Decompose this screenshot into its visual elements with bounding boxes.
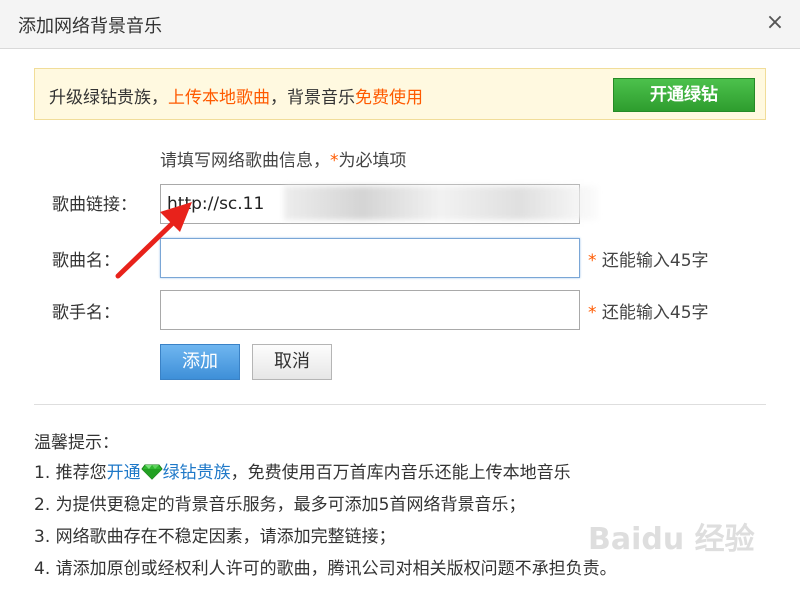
tip1-open-link[interactable]: 开通 [107, 463, 141, 483]
redacted-url-overlay [284, 186, 598, 220]
tip-4: 4. 请添加原创或经权利人许可的歌曲，腾讯公司对相关版权问题不承担负责。 [34, 559, 617, 579]
close-icon[interactable]: × [762, 10, 788, 36]
song-name-remaining: * 还能输入45字 [588, 246, 709, 271]
hint-text: 请填写网络歌曲信息， [160, 151, 330, 171]
singer-name-remaining: * 还能输入45字 [588, 298, 709, 323]
red-arrow-annotation [115, 202, 192, 279]
singer-name-star: * [588, 303, 597, 323]
cancel-button[interactable]: 取消 [252, 344, 332, 380]
promo-highlight-free: 免费使用 [355, 88, 423, 108]
dialog-titlebar: 添加网络背景音乐 × [0, 0, 800, 49]
tip-1: 1. 推荐您开通 绿钻贵族，免费使用百万首库内音乐还能上传本地音乐 [34, 458, 571, 483]
song-name-remaining-text: 还能输入45字 [601, 251, 709, 271]
baidu-watermark: Baidu 经验 [588, 522, 755, 557]
form-hint: 请填写网络歌曲信息，*为必填项 [160, 146, 407, 171]
dialog-title: 添加网络背景音乐 [18, 16, 162, 37]
tip-2: 2. 为提供更稳定的背景音乐服务，最多可添加5首网络背景音乐； [34, 495, 526, 515]
promo-text-part1: 升级绿钻贵族， [49, 88, 168, 108]
hint-required: 为必填项 [338, 151, 407, 171]
singer-name-remaining-text: 还能输入45字 [601, 303, 709, 323]
promo-text: 升级绿钻贵族，上传本地歌曲，背景音乐免费使用 [49, 83, 423, 108]
add-button[interactable]: 添加 [160, 344, 240, 380]
green-diamond-icon [140, 464, 163, 480]
tip-3: 3. 网络歌曲存在不稳定因素，请添加完整链接； [34, 527, 396, 547]
tip1-suffix: ，免费使用百万首库内音乐还能上传本地音乐 [230, 463, 571, 483]
song-name-star: * [588, 251, 597, 271]
promo-banner: 升级绿钻贵族，上传本地歌曲，背景音乐免费使用 开通绿钻 [34, 68, 766, 120]
open-green-diamond-button[interactable]: 开通绿钻 [613, 78, 755, 112]
tips-title: 温馨提示： [34, 433, 119, 453]
singer-name-label: 歌手名： [52, 303, 120, 323]
add-network-music-dialog: 添加网络背景音乐 × 升级绿钻贵族，上传本地歌曲，背景音乐免费使用 开通绿钻 请… [0, 0, 800, 600]
tip1-green-diamond-link[interactable]: 绿钻贵族 [163, 463, 231, 483]
required-star: * [330, 151, 339, 171]
promo-text-part2: ，背景音乐 [270, 88, 355, 108]
promo-highlight-upload: 上传本地歌曲 [168, 88, 270, 108]
tip1-prefix: 1. 推荐您 [34, 463, 107, 483]
singer-name-input[interactable] [160, 290, 580, 330]
divider [34, 404, 766, 405]
